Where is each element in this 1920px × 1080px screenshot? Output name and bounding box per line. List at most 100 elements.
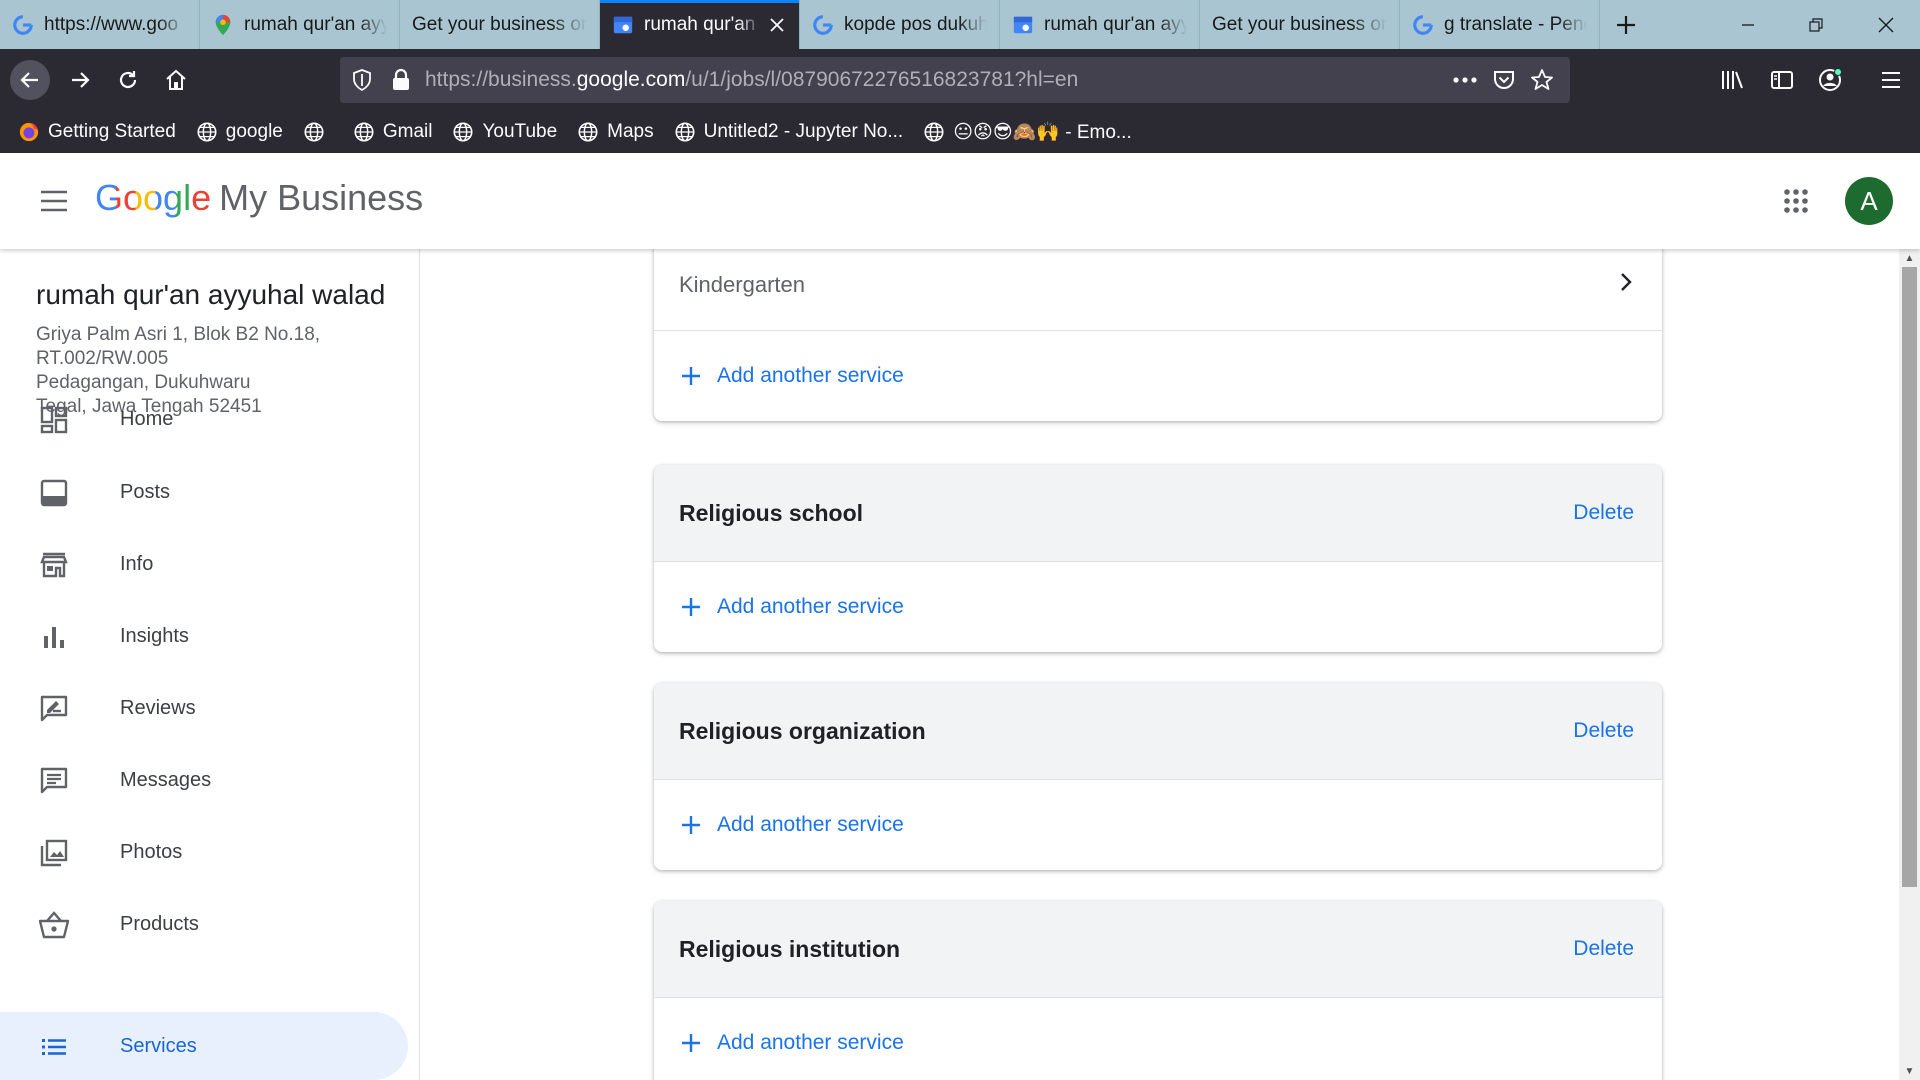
sidebar-item-home[interactable]: Home bbox=[0, 385, 408, 453]
bookmark-google[interactable]: google bbox=[196, 121, 283, 143]
logo-product-name: My Business bbox=[219, 177, 424, 218]
tab-title: rumah qur'an ayy bbox=[244, 13, 387, 35]
service-name: Kindergarten bbox=[679, 271, 805, 297]
category-title: Religious organization bbox=[679, 717, 926, 744]
globe-icon bbox=[923, 121, 945, 143]
browser-tab[interactable]: Get your business on bbox=[400, 0, 600, 49]
delete-category-button[interactable]: Delete bbox=[1573, 501, 1634, 525]
sidebar-item-posts[interactable]: Posts bbox=[0, 458, 408, 526]
scrollbar-thumb[interactable] bbox=[1902, 267, 1917, 887]
bookmark-label: Untitled2 - Jupyter No... bbox=[703, 121, 904, 142]
add-another-service-button[interactable]: Add another service bbox=[654, 780, 1662, 870]
browser-tab[interactable]: https://www.goo bbox=[0, 0, 200, 49]
minimize-window-button[interactable] bbox=[1714, 0, 1782, 49]
new-tab-button[interactable] bbox=[1600, 0, 1652, 49]
sidebar-item-photos[interactable]: Photos bbox=[0, 818, 408, 886]
sidebar-item-info[interactable]: Info bbox=[0, 530, 408, 598]
bookmark-label: 😐😡😎🙈🙌 - Emo... bbox=[953, 122, 1132, 143]
service-item[interactable]: Kindergarten bbox=[654, 249, 1662, 331]
tracking-shield-icon[interactable] bbox=[350, 68, 374, 97]
bookmark-label: Getting Started bbox=[48, 121, 176, 142]
account-icon bbox=[1819, 68, 1842, 91]
address-line: RT.002/RW.005 bbox=[36, 348, 169, 369]
google-g-icon bbox=[1412, 14, 1434, 36]
services-content: Kindergarten Add another service Religio… bbox=[421, 249, 1899, 1080]
logo-google-word: Google bbox=[95, 177, 212, 218]
globe-icon bbox=[452, 121, 474, 143]
browser-tab[interactable]: rumah qur'an ayy bbox=[200, 0, 400, 49]
close-icon bbox=[1878, 17, 1894, 32]
sidebar-item-label: Insights bbox=[120, 624, 189, 647]
google-apps-button[interactable] bbox=[1776, 181, 1816, 221]
bookmark-youtube[interactable]: YouTube bbox=[452, 121, 557, 143]
delete-category-button[interactable]: Delete bbox=[1573, 719, 1634, 743]
bookmark-maps[interactable]: Maps bbox=[577, 121, 654, 143]
close-tab-icon[interactable] bbox=[767, 15, 787, 35]
google-my-business-logo[interactable]: Google My Business bbox=[95, 177, 423, 225]
restore-window-button[interactable] bbox=[1782, 0, 1850, 49]
library-icon bbox=[1722, 71, 1743, 89]
reload-button[interactable] bbox=[108, 60, 148, 100]
pocket-icon[interactable] bbox=[1492, 68, 1516, 97]
add-service-label: Add another service bbox=[717, 595, 904, 618]
sidebar-item-messages[interactable]: Messages bbox=[0, 746, 408, 814]
delete-category-button[interactable]: Delete bbox=[1573, 937, 1634, 961]
browser-tab[interactable]: kopde pos dukuh bbox=[800, 0, 1000, 49]
sidebar-item-reviews[interactable]: Reviews bbox=[0, 674, 408, 742]
storefront-icon bbox=[38, 549, 70, 581]
forward-button[interactable] bbox=[60, 60, 100, 100]
browser-tab[interactable]: rumah qur'an ayy bbox=[1000, 0, 1200, 49]
globe-icon bbox=[353, 121, 375, 143]
url-text[interactable]: https://business.google.com/u/1/jobs/l/0… bbox=[425, 57, 1078, 103]
library-button[interactable] bbox=[1713, 60, 1753, 100]
sidebar-item-products[interactable]: Products bbox=[0, 890, 408, 958]
add-service-label: Add another service bbox=[717, 813, 904, 836]
sidebar-item-label: Photos bbox=[120, 840, 183, 863]
app-header: Google My Business bbox=[0, 153, 1920, 249]
add-another-service-button[interactable]: Add another service bbox=[654, 331, 1662, 421]
plus-icon bbox=[1617, 15, 1635, 34]
sidebar-toggle-button[interactable] bbox=[1762, 60, 1802, 100]
sidebar-item-label: Services bbox=[120, 1034, 197, 1057]
plus-icon bbox=[679, 1031, 703, 1055]
app-menu-button[interactable] bbox=[1871, 60, 1911, 100]
message-icon bbox=[38, 765, 70, 797]
restore-icon bbox=[1809, 17, 1823, 32]
home-button[interactable] bbox=[156, 60, 196, 100]
close-window-button[interactable] bbox=[1852, 0, 1920, 49]
lock-icon[interactable] bbox=[390, 68, 412, 97]
bookmark-getting-started[interactable]: Getting Started bbox=[18, 121, 176, 143]
main-menu-button[interactable] bbox=[34, 181, 74, 221]
browser-tab[interactable]: g translate - Pene bbox=[1400, 0, 1600, 49]
browser-tab-active[interactable]: rumah qur'an bbox=[600, 0, 800, 49]
bookmark-untitled[interactable] bbox=[303, 121, 333, 143]
category-title: Religious institution bbox=[679, 935, 901, 962]
add-another-service-button[interactable]: Add another service bbox=[654, 998, 1662, 1080]
page-scrollbar[interactable]: ▲ ▼ bbox=[1899, 249, 1920, 1080]
back-button[interactable] bbox=[10, 60, 50, 100]
more-actions-icon[interactable] bbox=[1452, 68, 1478, 97]
scroll-down-arrow-icon[interactable]: ▼ bbox=[1899, 1062, 1920, 1080]
sidebar-item-services[interactable]: Services bbox=[0, 1012, 408, 1080]
bookmark-star-icon[interactable] bbox=[1530, 68, 1554, 97]
url-bar[interactable]: https://business.google.com/u/1/jobs/l/0… bbox=[340, 57, 1570, 103]
sidebar-item-insights[interactable]: Insights bbox=[0, 602, 408, 670]
bookmark-emoji[interactable]: 😐😡😎🙈🙌 - Emo... bbox=[923, 120, 1132, 144]
add-another-service-button[interactable]: Add another service bbox=[654, 562, 1662, 652]
tab-title: kopde pos dukuh bbox=[844, 13, 987, 35]
google-my-business-icon bbox=[1012, 14, 1034, 36]
account-button[interactable] bbox=[1810, 60, 1850, 100]
add-service-label: Add another service bbox=[717, 364, 904, 387]
account-avatar[interactable]: A bbox=[1845, 177, 1893, 225]
scroll-up-arrow-icon[interactable]: ▲ bbox=[1899, 249, 1920, 267]
browser-tab-strip: https://www.goo rumah qur'an ayy Get you… bbox=[0, 0, 1920, 49]
service-category-card: Kindergarten Add another service bbox=[654, 249, 1662, 421]
sidebar-item-label: Messages bbox=[120, 768, 212, 791]
bookmark-gmail[interactable]: Gmail bbox=[353, 121, 432, 143]
sidebar: rumah qur'an ayyuhal walad Griya Palm As… bbox=[0, 249, 420, 1080]
business-name: rumah qur'an ayyuhal walad bbox=[36, 279, 386, 310]
bookmark-jupyter[interactable]: Untitled2 - Jupyter No... bbox=[674, 121, 904, 143]
browser-tab[interactable]: Get your business on bbox=[1200, 0, 1400, 49]
minimize-icon bbox=[1742, 23, 1754, 26]
tab-title: rumah qur'an ayy bbox=[1044, 13, 1187, 35]
